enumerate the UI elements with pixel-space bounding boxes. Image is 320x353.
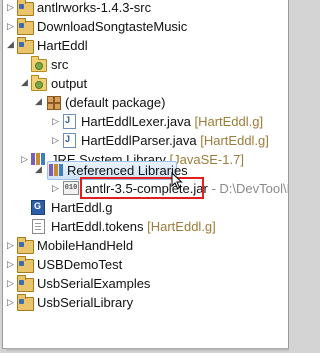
tree-item-downloadsongtaste[interactable]: ▷ DownloadSongtasteMusic	[3, 16, 288, 36]
tree-item-label: HartEddl.g	[51, 199, 113, 215]
tree-item-label: HartEddlParser.java	[81, 132, 197, 148]
collapsed-arrow-icon[interactable]: ▷	[6, 260, 15, 269]
expanded-arrow-icon[interactable]: ◢	[6, 40, 15, 49]
project-icon	[17, 275, 34, 292]
collapsed-arrow-icon[interactable]: ▷	[6, 22, 15, 31]
library-icon	[49, 164, 63, 176]
tree-item-usbserialexamples[interactable]: ▷ UsbSerialExamples	[3, 273, 288, 293]
tree-item-decoration: - D:\DevTool\D	[211, 180, 289, 196]
tree-item-label: Referenced Libraries	[67, 162, 188, 178]
annotation-highlight-box	[80, 177, 204, 199]
expanded-arrow-icon[interactable]: ◢	[20, 78, 29, 87]
tree-item-label: antlrworks-1.4.3-src	[37, 0, 152, 15]
collapsed-arrow-icon[interactable]: ▷	[51, 136, 60, 145]
project-icon	[17, 256, 34, 273]
tree-item-label: UsbSerialExamples	[37, 275, 151, 291]
collapsed-arrow-icon[interactable]: ▷	[51, 184, 60, 193]
collapsed-arrow-icon[interactable]: ▷	[6, 298, 15, 307]
tree-item-referenced-libraries[interactable]: ◢ Referenced Libraries	[3, 160, 288, 180]
project-icon	[17, 237, 34, 254]
text-file-icon	[32, 219, 45, 234]
tree-item-label: HartEddl	[37, 37, 88, 53]
tree-item-label: HartEddlLexer.java	[81, 113, 191, 129]
tree-item-tokens[interactable]: HartEddl.tokens [HartEddl.g]	[3, 216, 288, 236]
project-icon	[17, 294, 34, 311]
collapsed-arrow-icon[interactable]: ▷	[51, 117, 60, 126]
source-folder-icon	[31, 75, 47, 91]
collapsed-arrow-icon[interactable]: ▷	[6, 279, 15, 288]
tree-item-usbseriallibrary[interactable]: ▷ UsbSerialLibrary	[3, 292, 288, 312]
tree-item-output[interactable]: ◢ output	[3, 73, 288, 93]
tree-item-label: HartEddl.tokens	[51, 218, 144, 234]
tree-item-usbdemotest[interactable]: ▷ USBDemoTest	[3, 254, 288, 274]
tree-item-antlrworks[interactable]: ▷ antlrworks-1.4.3-src	[3, 0, 288, 17]
tree-item-label: UsbSerialLibrary	[37, 294, 134, 310]
tree-item-label: DownloadSongtasteMusic	[37, 18, 188, 34]
collapsed-arrow-icon[interactable]: ▷	[6, 3, 15, 12]
project-icon	[17, 0, 34, 16]
tree-item-decoration: [HartEddl.g]	[147, 218, 216, 234]
tree-item-default-package[interactable]: ◢ (default package)	[3, 92, 288, 112]
tree-item-label: USBDemoTest	[37, 256, 123, 272]
tree-item-harteddl[interactable]: ◢ HartEddl	[3, 35, 288, 55]
jar-icon: 010	[63, 181, 79, 195]
tree-item-decoration: [HartEddl.g]	[194, 113, 264, 129]
expanded-arrow-icon[interactable]: ◢	[34, 165, 43, 174]
package-icon	[47, 96, 61, 110]
tree-item-label: output	[51, 75, 88, 91]
package-explorer: ▷ antlrworks-1.4.3-src ▷ DownloadSongtas…	[2, 0, 289, 349]
tree-item-label: src	[51, 56, 69, 72]
grammar-file-icon	[31, 200, 45, 215]
tree-item-src[interactable]: src	[3, 54, 288, 74]
collapsed-arrow-icon[interactable]: ▷	[6, 241, 15, 250]
java-file-icon	[63, 114, 76, 129]
expanded-arrow-icon[interactable]: ◢	[34, 97, 43, 106]
panel-shadow	[6, 348, 289, 352]
project-icon	[17, 37, 34, 54]
java-file-icon	[63, 133, 76, 148]
tree-item-label: (default package)	[65, 94, 166, 110]
tree-item-parser[interactable]: ▷ HartEddlParser.java [HartEddl.g]	[3, 130, 288, 150]
project-icon	[17, 18, 34, 35]
tree-item-mobilehandheld[interactable]: ▷ MobileHandHeld	[3, 235, 288, 255]
tree-item-label: MobileHandHeld	[37, 237, 134, 253]
source-folder-icon	[31, 56, 47, 72]
tree-item-decoration: [HartEddl.g]	[200, 132, 269, 148]
tree-item-lexer[interactable]: ▷ HartEddlLexer.java [HartEddl.g]	[3, 111, 288, 131]
tree-item-grammar[interactable]: HartEddl.g	[3, 197, 288, 217]
